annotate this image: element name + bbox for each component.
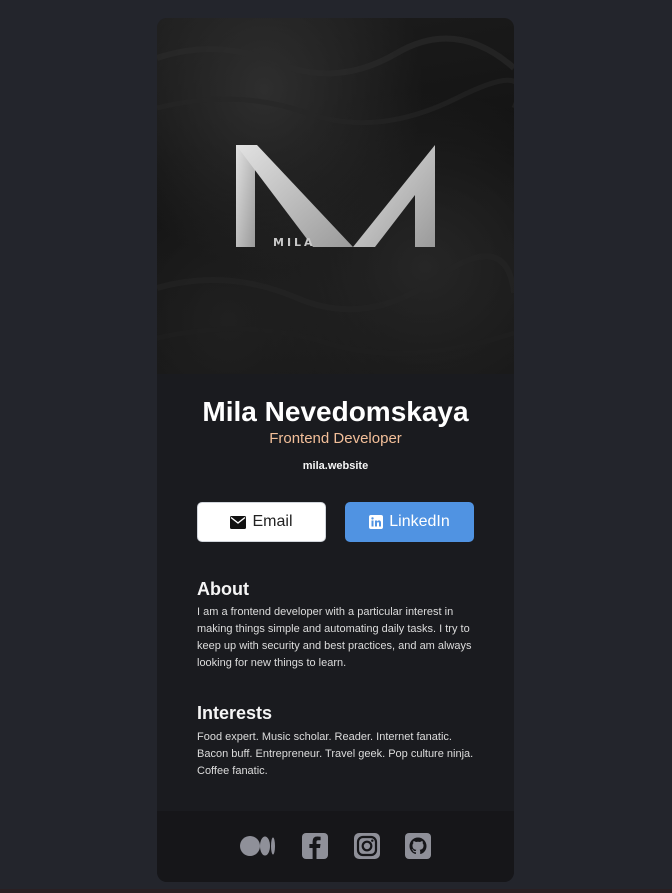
- profile-name: Mila Nevedomskaya: [202, 396, 469, 427]
- social-footer: [157, 811, 514, 882]
- logo-wordmark: MILA: [273, 236, 316, 249]
- github-icon[interactable]: [405, 833, 431, 859]
- mila-logo: [236, 145, 435, 247]
- linkedin-button-label: LinkedIn: [389, 513, 450, 530]
- email-button[interactable]: Email: [197, 502, 326, 542]
- bottom-edge: [0, 889, 672, 893]
- envelope-icon: [230, 515, 247, 529]
- linkedin-icon: [369, 515, 384, 529]
- about-text: I am a frontend developer with a particu…: [197, 606, 472, 669]
- email-button-label: Email: [252, 513, 293, 530]
- facebook-icon[interactable]: [302, 833, 328, 859]
- medium-icon[interactable]: [240, 833, 276, 859]
- interests-heading: Interests: [197, 703, 273, 723]
- profile-card: MILA Mila Nevedomskaya Frontend Develope…: [157, 18, 514, 882]
- linkedin-button[interactable]: LinkedIn: [345, 502, 474, 542]
- hero-image: MILA: [157, 18, 514, 374]
- instagram-icon[interactable]: [354, 833, 380, 859]
- website-link[interactable]: mila.website: [157, 460, 514, 472]
- interests-text: Food expert. Music scholar. Reader. Inte…: [197, 731, 474, 777]
- profile-role: Frontend Developer: [269, 430, 402, 447]
- about-heading: About: [197, 579, 249, 599]
